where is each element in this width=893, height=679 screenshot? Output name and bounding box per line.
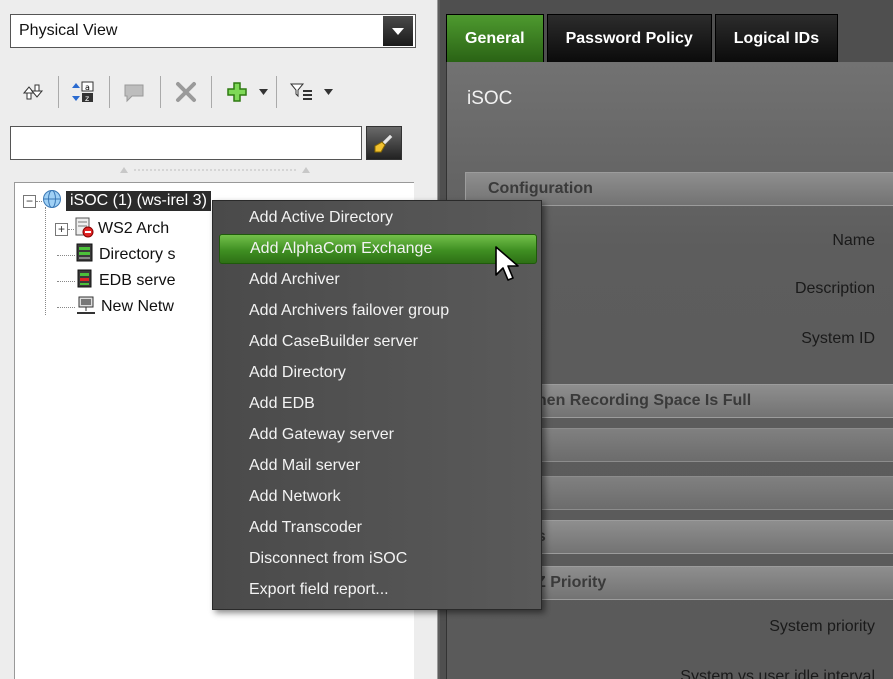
view-select-value: Physical View [19,22,118,39]
field-system-priority-label: System priority [769,618,875,635]
toolbar-separator [276,76,277,108]
tree-item-archiver[interactable]: + WS2 Arch [55,217,169,241]
tree-item-label: iSOC (1) (ws-irel 3) [66,191,211,211]
broom-search-icon[interactable] [366,126,402,160]
toolbar-separator [160,76,161,108]
tree-connector [57,254,75,256]
menu-item-add-directory[interactable]: Add Directory [219,358,537,388]
move-arrows-icon[interactable] [14,74,52,110]
server-red-icon [74,216,94,243]
field-system-id-label: System ID [801,330,875,347]
chevron-down-icon[interactable] [383,16,413,46]
tree-item-root[interactable]: − iSOC (1) (ws-irel 3) [23,189,211,213]
tree-item-label: EDB serve [99,272,176,289]
tab-bar: General Password Policy Logical IDs [446,14,839,62]
menu-item-add-transcoder[interactable]: Add Transcoder [219,513,537,543]
menu-item-add-edb[interactable]: Add EDB [219,389,537,419]
search-input[interactable] [10,126,362,160]
add-icon[interactable] [218,74,256,110]
tree-toolbar: az [14,72,335,112]
svg-text:a: a [85,83,90,92]
add-dropdown-icon[interactable] [256,74,270,110]
field-description-label: Description [794,280,875,297]
toolbar-separator [211,76,212,108]
filter-dropdown-icon[interactable] [321,74,335,110]
menu-item-add-alphacom-exchange[interactable]: Add AlphaCom Exchange [219,234,537,264]
mouse-cursor-icon [495,246,519,281]
tree-connector [57,306,75,308]
svg-text:z: z [85,94,89,103]
tree-connector [57,280,75,282]
expand-icon[interactable]: + [55,222,68,236]
server-green-red-icon [75,268,95,295]
tree-item-label: WS2 Arch [98,220,170,237]
field-idle-interval-label: System vs user idle interval [680,668,875,679]
filter-icon[interactable] [283,74,321,110]
server-green-icon [75,242,95,269]
tree-item-edb[interactable]: EDB serve [57,269,175,293]
tree-item-label: New Netw [101,298,174,315]
toolbar-separator [109,76,110,108]
tab-logical-ids[interactable]: Logical IDs [714,14,839,62]
delete-icon[interactable] [167,74,205,110]
menu-item-add-casebuilder-server[interactable]: Add CaseBuilder server [219,327,537,357]
globe-icon [42,189,62,214]
menu-item-disconnect-from-isoc[interactable]: Disconnect from iSOC [219,544,537,574]
menu-item-add-active-directory[interactable]: Add Active Directory [219,203,537,233]
menu-item-add-mail-server[interactable]: Add Mail server [219,451,537,481]
tab-password-policy[interactable]: Password Policy [546,14,712,62]
menu-item-add-archiver[interactable]: Add Archiver [219,265,537,295]
sort-az-icon[interactable]: az [65,74,103,110]
tree-item-label: Directory s [99,246,176,263]
tab-general[interactable]: General [446,14,544,62]
tree-item-network[interactable]: New Netw [57,295,174,319]
view-select[interactable]: Physical View [10,14,416,48]
collapse-icon[interactable]: − [23,194,36,208]
menu-item-add-archivers-failover-group[interactable]: Add Archivers failover group [219,296,537,326]
splitter-handle[interactable] [110,164,320,176]
menu-item-export-field-report[interactable]: Export field report... [219,575,537,605]
network-icon [75,294,97,321]
menu-item-add-gateway-server[interactable]: Add Gateway server [219,420,537,450]
entity-title: iSOC [467,88,513,109]
field-name-label: Name [832,232,875,249]
menu-item-add-network[interactable]: Add Network [219,482,537,512]
tree-item-directory[interactable]: Directory s [57,243,175,267]
toolbar-separator [58,76,59,108]
tree-connector [45,207,46,315]
comment-icon[interactable] [116,74,154,110]
